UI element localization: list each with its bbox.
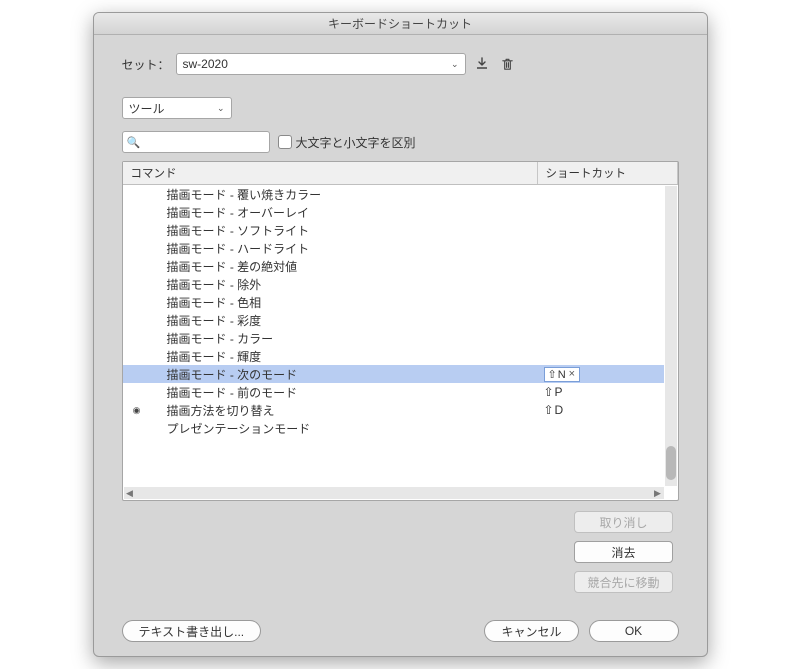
- row-marker-icon: ◉: [133, 405, 141, 416]
- command-label: 描画モード - 次のモード: [147, 366, 538, 383]
- command-label: 描画モード - オーバーレイ: [147, 204, 538, 221]
- table-row[interactable]: プレゼンテーションモード: [123, 419, 664, 437]
- table-row[interactable]: 描画モード - 彩度: [123, 311, 664, 329]
- scrollbar-thumb[interactable]: [666, 446, 676, 480]
- command-label: 描画モード - 覆い焼きカラー: [147, 186, 538, 203]
- window-title: キーボードショートカット: [328, 15, 472, 32]
- set-value: sw-2020: [183, 57, 228, 71]
- table-body: 描画モード - 覆い焼きカラー描画モード - オーバーレイ描画モード - ソフト…: [123, 185, 678, 500]
- scroll-right-icon[interactable]: ▶: [652, 488, 664, 499]
- table-row[interactable]: ◉ 描画方法を切り替え⇧D: [123, 401, 664, 419]
- trash-icon: [500, 57, 515, 72]
- command-label: 描画モード - 彩度: [147, 312, 538, 329]
- category-value: ツール: [129, 100, 165, 117]
- shortcut-edit-field[interactable]: ⇧N×: [544, 367, 581, 382]
- table-row[interactable]: 描画モード - 色相: [123, 293, 664, 311]
- save-set-button[interactable]: [472, 54, 492, 74]
- command-label: 描画モード - ソフトライト: [147, 222, 538, 239]
- scroll-left-icon[interactable]: ◀: [124, 488, 136, 499]
- dialog-content: セット： sw-2020 ⌄ ツール ⌄ 🔍: [94, 35, 707, 656]
- clear-button[interactable]: 消去: [574, 541, 672, 563]
- command-label: 描画モード - ハードライト: [147, 240, 538, 257]
- case-sensitive-label: 大文字と小文字を区別: [296, 134, 416, 151]
- search-icon: 🔍: [127, 136, 141, 149]
- case-sensitive-checkbox[interactable]: 大文字と小文字を区別: [278, 134, 416, 151]
- command-label: 描画モード - カラー: [147, 330, 538, 347]
- cancel-button[interactable]: キャンセル: [484, 620, 578, 642]
- side-buttons: 取り消し 消去 競合先に移動: [574, 511, 672, 593]
- table-row[interactable]: 描画モード - 覆い焼きカラー: [123, 185, 664, 203]
- command-label: プレゼンテーションモード: [147, 420, 538, 437]
- horizontal-scrollbar[interactable]: ◀ ▶: [124, 487, 664, 499]
- shortcut-value: ⇧P: [538, 385, 664, 399]
- command-label: 描画モード - 差の絶対値: [147, 258, 538, 275]
- keyboard-shortcuts-dialog: キーボードショートカット セット： sw-2020 ⌄ ツール: [93, 12, 708, 657]
- category-select[interactable]: ツール ⌄: [122, 97, 232, 119]
- shortcut-value: ⇧D: [538, 403, 664, 417]
- clear-shortcut-icon[interactable]: ×: [569, 368, 576, 380]
- set-row: セット： sw-2020 ⌄: [122, 53, 679, 75]
- table-row[interactable]: 描画モード - ハードライト: [123, 239, 664, 257]
- header-command[interactable]: コマンド: [123, 162, 538, 184]
- table-row[interactable]: 描画モード - カラー: [123, 329, 664, 347]
- ok-button[interactable]: OK: [589, 620, 679, 642]
- search-row: 🔍 大文字と小文字を区別: [122, 131, 679, 153]
- table-row[interactable]: 描画モード - 差の絶対値: [123, 257, 664, 275]
- undo-button[interactable]: 取り消し: [574, 511, 672, 533]
- set-select[interactable]: sw-2020 ⌄: [176, 53, 466, 75]
- titlebar: キーボードショートカット: [94, 13, 707, 35]
- table-header: コマンド ショートカット: [123, 162, 678, 185]
- set-label: セット：: [122, 56, 170, 73]
- chevron-down-icon: ⌄: [217, 103, 225, 114]
- command-label: 描画モード - 前のモード: [147, 384, 538, 401]
- shortcut-value[interactable]: ⇧N×: [538, 367, 664, 382]
- delete-set-button[interactable]: [498, 54, 518, 74]
- search-field[interactable]: 🔍: [122, 131, 270, 153]
- table-row[interactable]: 描画モード - 除外: [123, 275, 664, 293]
- vertical-scrollbar[interactable]: [665, 186, 677, 486]
- header-shortcut[interactable]: ショートカット: [538, 162, 678, 184]
- footer: テキスト書き出し... キャンセル OK: [122, 620, 679, 642]
- table-row[interactable]: 描画モード - ソフトライト: [123, 221, 664, 239]
- export-text-button[interactable]: テキスト書き出し...: [122, 620, 262, 642]
- goto-conflict-button[interactable]: 競合先に移動: [574, 571, 672, 593]
- shortcuts-table: コマンド ショートカット 描画モード - 覆い焼きカラー描画モード - オーバー…: [122, 161, 679, 501]
- command-label: 描画モード - 除外: [147, 276, 538, 293]
- search-input[interactable]: [142, 135, 297, 149]
- table-row[interactable]: 描画モード - 次のモード ⇧N×: [123, 365, 664, 383]
- command-label: 描画モード - 輝度: [147, 348, 538, 365]
- command-label: 描画方法を切り替え: [147, 402, 538, 419]
- table-row[interactable]: 描画モード - オーバーレイ: [123, 203, 664, 221]
- chevron-down-icon: ⌄: [451, 59, 459, 70]
- checkbox-box: [278, 135, 292, 149]
- command-label: 描画モード - 色相: [147, 294, 538, 311]
- table-row[interactable]: 描画モード - 前のモード⇧P: [123, 383, 664, 401]
- download-icon: [474, 56, 490, 72]
- table-row[interactable]: 描画モード - 輝度: [123, 347, 664, 365]
